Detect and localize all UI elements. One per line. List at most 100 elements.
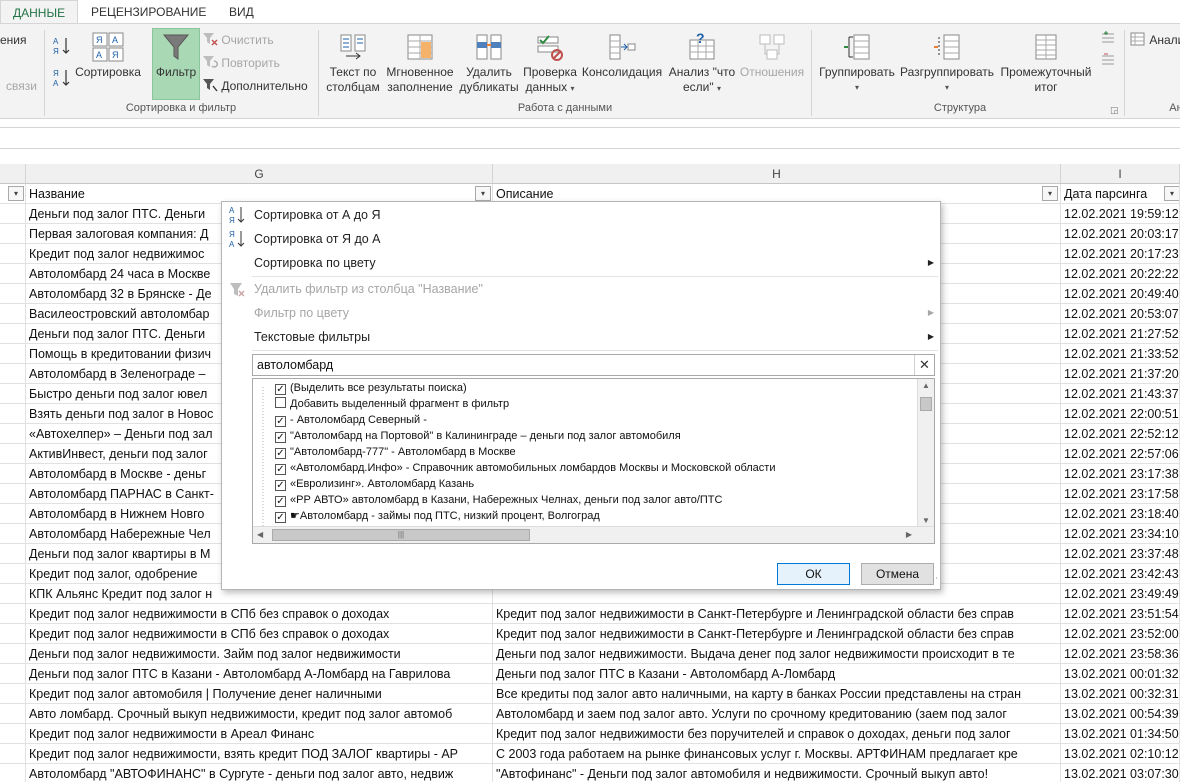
table-cell[interactable] — [0, 284, 26, 304]
cell-date[interactable]: 13.02.2021 01:34:50 — [1061, 724, 1180, 744]
cell-date[interactable]: 12.02.2021 23:37:48 — [1061, 544, 1180, 564]
filter-list-item[interactable]: Добавить выделенный фрагмент в фильтр — [275, 396, 509, 412]
checkbox[interactable]: ✓ — [275, 416, 286, 427]
filter-search-box[interactable]: автоломбард ✕ — [252, 354, 935, 376]
menu-sort-az[interactable]: А Я Сортировка от А до Я — [222, 203, 940, 227]
checkbox[interactable]: ✓ — [275, 496, 286, 507]
resize-grip-icon[interactable]: ⋰ — [929, 576, 938, 587]
header-date-cell[interactable]: Дата парсинга ▾ — [1061, 184, 1180, 204]
cell-desc[interactable]: Кредит под залог недвижимости в Санкт-Пе… — [493, 624, 1061, 644]
filter-list-item[interactable]: ✓ (Выделить все результаты поиска) — [275, 380, 467, 396]
checkbox[interactable] — [275, 397, 286, 408]
ribbon-cut-bottom[interactable]: связи — [6, 78, 37, 94]
cell-date[interactable]: 12.02.2021 20:17:23 — [1061, 244, 1180, 264]
cell-date[interactable]: 13.02.2021 03:07:30 — [1061, 764, 1180, 782]
clear-filter-button[interactable]: Очистить — [202, 32, 274, 48]
vertical-scrollbar[interactable]: ▲ ▼ — [917, 379, 934, 527]
filter-search-input[interactable]: автоломбард — [257, 355, 333, 375]
filter-list-item[interactable]: ✓ ☛Автоломбард - займы под ПТС, низкий пр… — [275, 508, 600, 524]
sort-az-button[interactable]: А Я — [50, 36, 74, 59]
analysis-button[interactable]: Анали — [1130, 32, 1180, 48]
vertical-scroll-thumb[interactable] — [920, 397, 932, 411]
consolidate-button[interactable]: Консолидация — [580, 32, 664, 80]
checkbox[interactable]: ✓ — [275, 432, 286, 443]
ok-button[interactable]: ОК — [777, 563, 850, 585]
cell-date[interactable]: 12.02.2021 23:42:43 — [1061, 564, 1180, 584]
table-cell[interactable] — [0, 404, 26, 424]
cell-date[interactable]: 12.02.2021 22:57:06 — [1061, 444, 1180, 464]
cell-name[interactable]: Кредит под залог недвижимости в СПб без … — [26, 604, 493, 624]
column-header-g[interactable]: G — [26, 164, 493, 184]
cell-date[interactable]: 12.02.2021 19:59:12 — [1061, 204, 1180, 224]
cell-date[interactable]: 12.02.2021 21:33:52 — [1061, 344, 1180, 364]
ribbon-cut-top[interactable]: ения — [0, 32, 27, 48]
cell-date[interactable]: 13.02.2021 02:10:12 — [1061, 744, 1180, 764]
table-cell[interactable] — [0, 504, 26, 524]
filter-button-content[interactable]: Фильтр — [152, 32, 200, 80]
flash-fill-button[interactable]: Мгновенное заполнение — [382, 32, 458, 95]
cell-date[interactable]: 13.02.2021 00:01:32 — [1061, 664, 1180, 684]
checkbox[interactable]: ✓ — [275, 448, 286, 459]
cell-date[interactable]: 12.02.2021 20:22:22 — [1061, 264, 1180, 284]
group-button[interactable]: Группировать ▾ — [816, 32, 898, 95]
cell-name[interactable]: Авто ломбард. Срочный выкуп недвижимости… — [26, 704, 493, 724]
table-cell[interactable] — [0, 244, 26, 264]
table-cell[interactable] — [0, 204, 26, 224]
menu-filter-by-color[interactable]: Фильтр по цвету ▶ — [222, 301, 940, 325]
table-cell[interactable] — [0, 524, 26, 544]
scroll-left-icon[interactable]: ◀ — [257, 530, 263, 539]
scroll-up-icon[interactable]: ▲ — [922, 381, 930, 390]
ungroup-button[interactable]: Разгруппировать ▾ — [898, 32, 996, 95]
remove-duplicates-button[interactable]: Удалить дубликаты — [458, 32, 520, 95]
table-cell[interactable] — [0, 744, 26, 764]
table-cell[interactable] — [0, 724, 26, 744]
table-cell[interactable] — [0, 424, 26, 444]
horizontal-scroll-thumb[interactable]: ||| — [272, 529, 530, 541]
table-cell[interactable] — [0, 604, 26, 624]
cell-desc[interactable]: Деньги под залог недвижимости. Выдача де… — [493, 644, 1061, 664]
table-cell[interactable] — [0, 684, 26, 704]
show-detail-button[interactable] — [1100, 30, 1116, 48]
cell-date[interactable]: 12.02.2021 23:49:49 — [1061, 584, 1180, 604]
table-cell[interactable] — [0, 264, 26, 284]
cell-date[interactable]: 12.02.2021 20:03:17 — [1061, 224, 1180, 244]
table-cell[interactable] — [0, 564, 26, 584]
cell-desc[interactable]: Деньги под залог ПТС в Казани - Автоломб… — [493, 664, 1061, 684]
table-cell[interactable] — [0, 224, 26, 244]
cell-date[interactable]: 12.02.2021 20:53:07 — [1061, 304, 1180, 324]
table-cell[interactable] — [0, 384, 26, 404]
table-cell[interactable] — [0, 584, 26, 604]
cell-name[interactable]: Кредит под залог недвижимости в Ареал Фи… — [26, 724, 493, 744]
table-cell[interactable] — [0, 664, 26, 684]
menu-sort-za[interactable]: Я А Сортировка от Я до А — [222, 227, 940, 251]
cell-date[interactable]: 13.02.2021 00:54:39 — [1061, 704, 1180, 724]
cell-desc[interactable]: Кредит под залог недвижимости в Санкт-Пе… — [493, 604, 1061, 624]
cell-desc[interactable]: С 2003 года работаем на рынке финансовых… — [493, 744, 1061, 764]
filter-dropdown-icon[interactable]: ▾ — [475, 186, 491, 201]
horizontal-scrollbar[interactable]: ◀ ||| ▶ — [253, 526, 934, 543]
cancel-button[interactable]: Отмена — [861, 563, 934, 585]
cell-name[interactable]: Деньги под залог недвижимости. Займ под … — [26, 644, 493, 664]
cell-date[interactable]: 12.02.2021 23:52:00 — [1061, 624, 1180, 644]
table-cell[interactable] — [0, 764, 26, 782]
table-cell[interactable] — [0, 304, 26, 324]
cell-name[interactable]: Кредит под залог недвижимости, взять кре… — [26, 744, 493, 764]
cell-date[interactable]: 12.02.2021 23:17:58 — [1061, 484, 1180, 504]
checkbox[interactable]: ✓ — [275, 464, 286, 475]
scroll-down-icon[interactable]: ▼ — [922, 516, 930, 525]
filter-dropdown-icon[interactable]: ▾ — [8, 186, 24, 201]
cell-date[interactable]: 12.02.2021 23:51:54 — [1061, 604, 1180, 624]
cell-date[interactable]: 12.02.2021 23:34:10 — [1061, 524, 1180, 544]
filter-list-item[interactable]: ✓ "Автоломбард-777" - Автоломбард в Москв… — [275, 444, 516, 460]
checkbox[interactable]: ✓ — [275, 512, 286, 523]
table-cell[interactable] — [0, 444, 26, 464]
table-cell[interactable] — [0, 344, 26, 364]
cell-desc[interactable]: Автоломбард и заем под залог авто. Услуг… — [493, 704, 1061, 724]
filter-dropdown-icon[interactable]: ▾ — [1042, 186, 1058, 201]
table-cell[interactable]: ▾ — [0, 184, 26, 204]
tab-view[interactable]: ВИД — [217, 0, 266, 24]
close-icon[interactable]: ✕ — [914, 355, 934, 375]
advanced-filter-button[interactable]: Дополнительно — [202, 78, 308, 94]
formula-bar[interactable] — [0, 127, 1180, 149]
cell-date[interactable]: 12.02.2021 20:49:40 — [1061, 284, 1180, 304]
